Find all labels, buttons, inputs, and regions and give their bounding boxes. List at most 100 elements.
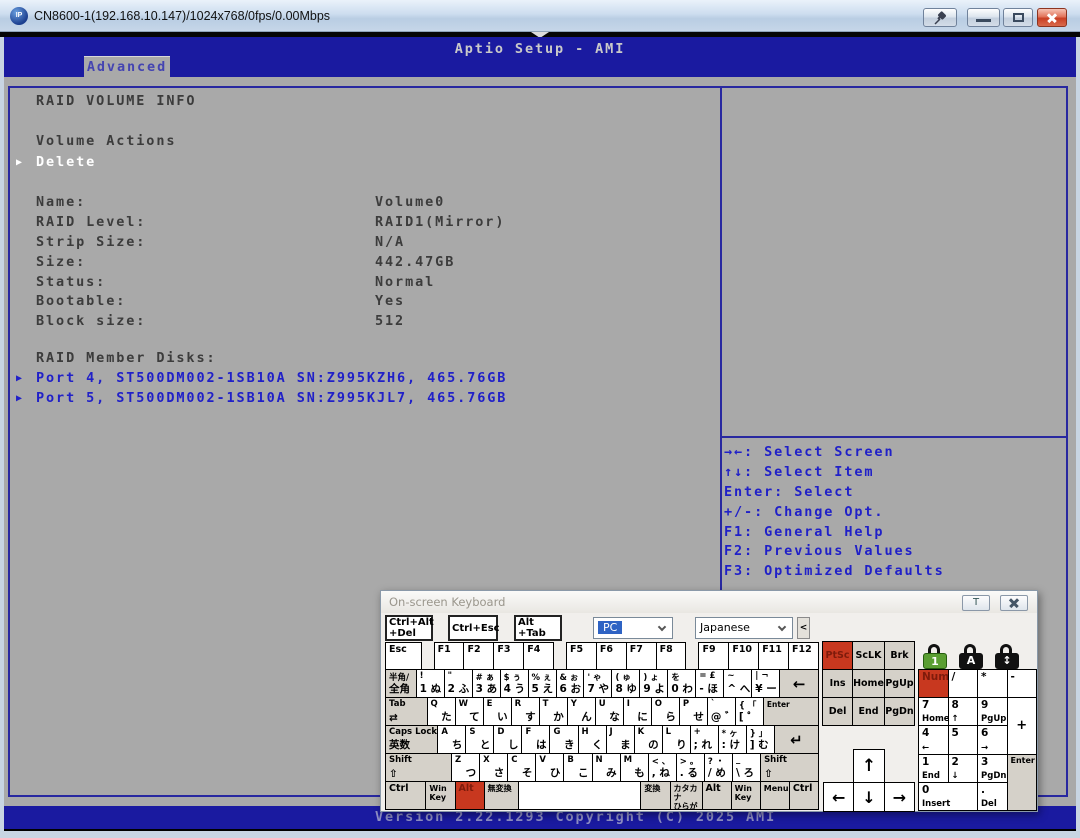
key-I[interactable]: Iに [623,697,652,726]
key-E[interactable]: Eい [483,697,512,726]
key-+[interactable]: + [1007,697,1038,754]
key-~[interactable]: ~^ へ [723,669,752,698]
key-W[interactable]: Wて [455,697,484,726]
key-F11[interactable]: F11 [758,642,789,670]
key-V[interactable]: Vひ [535,753,564,782]
key-}-」[interactable]: } 」] む [746,725,775,754]
key-Ins[interactable]: Ins [822,669,853,698]
key-M[interactable]: Mも [620,753,649,782]
key-1[interactable]: 1End [918,754,949,783]
maximize-button[interactable] [1003,8,1033,27]
key-'-ゃ[interactable]: ' ゃ7 や [583,669,612,698]
key-F12[interactable]: F12 [788,642,819,670]
key-?-・[interactable]: ? ・/ め [704,753,733,782]
key-Tab[interactable]: Tab⇄ [385,697,428,726]
key-F10[interactable]: F10 [728,642,759,670]
close-button[interactable] [1037,8,1067,27]
key-J[interactable]: Jま [606,725,635,754]
key-F9[interactable]: F9 [698,642,729,670]
key-D[interactable]: Dし [493,725,522,754]
key-*-ヶ[interactable]: * ヶ: け [718,725,747,754]
key-R[interactable]: Rす [511,697,540,726]
minimize-button[interactable] [967,8,1000,27]
key-Q[interactable]: Qた [427,697,456,726]
key-X[interactable]: Xさ [479,753,508,782]
key-+[interactable]: +; れ [690,725,719,754]
key-U[interactable]: Uな [595,697,624,726]
key-カタカナ-ひらがな[interactable]: カタカナ ひらがな [670,781,703,810]
key-K[interactable]: Kの [634,725,663,754]
key-Del[interactable]: Del [822,697,853,726]
key-Brk[interactable]: Brk [884,641,915,670]
key-L[interactable]: Lり [662,725,691,754]
member-disk-item[interactable]: ▶Port 5, ST500DM002-1SB10A SN:Z995KJL7, … [16,389,507,409]
key->-。[interactable]: > 。. る [676,753,705,782]
key-#-ぁ[interactable]: # ぁ3 あ [472,669,501,698]
key-<-、[interactable]: < 、, ね [648,753,677,782]
key-P[interactable]: Pせ [679,697,708,726]
key-$-ぅ[interactable]: $ ぅ4 う [500,669,529,698]
key-`[interactable]: `@ ゛ [707,697,736,726]
key-F7[interactable]: F7 [626,642,657,670]
osk-topmost-button[interactable]: T [962,595,990,611]
key-Shift[interactable]: Shift⇧ [385,753,452,782]
key-%-ぇ[interactable]: % ぇ5 え [528,669,557,698]
key-半角/[interactable]: 半角/全角 [385,669,417,698]
key-G[interactable]: Gき [549,725,578,754]
pin-button[interactable] [923,8,957,27]
key-)-ょ[interactable]: ) ょ9 よ [639,669,668,698]
key-F5[interactable]: F5 [566,642,597,670]
key-=-£[interactable]: = £- ほ [695,669,724,698]
key-Alt[interactable]: Alt [702,781,732,810]
key-6[interactable]: 6→ [977,725,1008,754]
key-Enter[interactable]: Enter [1007,754,1038,811]
key-0[interactable]: 0Insert [918,782,978,811]
key-5[interactable]: 5 [948,725,979,754]
key-_[interactable]: _\ ろ [732,753,761,782]
member-disk-item[interactable]: ▶Port 4, ST500DM002-1SB10A SN:Z995KZH6, … [16,369,507,389]
key-9[interactable]: 9PgUp [977,697,1008,726]
macro-button-1[interactable]: Ctrl+Esc [448,615,498,641]
key--[interactable]: - [1007,669,1038,698]
key-変換[interactable]: 変換 [640,781,670,810]
key-7[interactable]: 7Home [918,697,949,726]
key-arrow-down[interactable]: ↓ [853,782,884,812]
key-Esc[interactable]: Esc [385,642,422,670]
key-"[interactable]: "2 ふ [444,669,473,698]
window-titlebar[interactable]: IP CN8600-1(192.168.10.147)/1024x768/0fp… [0,0,1080,32]
key-T[interactable]: Tか [539,697,568,726]
delete-item[interactable]: ▶ Delete [16,153,96,173]
layout-select[interactable]: PC [593,617,673,639]
language-select[interactable]: Japanese [695,617,793,639]
key-H[interactable]: Hく [578,725,607,754]
key-A[interactable]: Aち [437,725,466,754]
key-F6[interactable]: F6 [596,642,627,670]
key-C[interactable]: Cそ [507,753,536,782]
key-arrow-left[interactable]: ← [823,782,854,812]
key-を[interactable]: を0 わ [667,669,696,698]
key-Shift[interactable]: Shift⇧ [760,753,819,782]
key-PgUp[interactable]: PgUp [884,669,915,698]
key-.[interactable]: .Del [977,782,1008,811]
key-無変換[interactable]: 無変換 [484,781,520,810]
key-&-ぉ[interactable]: & ぉ6 お [556,669,585,698]
key-*[interactable]: * [977,669,1008,698]
key-Z[interactable]: Zつ [451,753,480,782]
key-Win-Key[interactable]: Win Key [425,781,455,810]
key-|-¬[interactable]: | ¬¥ ー [751,669,780,698]
key-arrow-up[interactable]: ↑ [853,749,885,783]
key-Caps-Lock[interactable]: Caps Lock英数 [385,725,438,754]
key-Win-Key[interactable]: Win Key [731,781,761,810]
key-/[interactable]: / [948,669,979,698]
key-Num[interactable]: Num [918,669,949,698]
key-Y[interactable]: Yん [567,697,596,726]
osk-close-button[interactable] [1000,595,1028,611]
key-space[interactable] [518,781,641,810]
key-Alt[interactable]: Alt [455,781,485,810]
key-N[interactable]: Nみ [592,753,621,782]
key-F1[interactable]: F1 [434,642,465,670]
collapse-button[interactable]: < [797,617,810,639]
key-↵[interactable]: ↵ [774,725,819,754]
key-8[interactable]: 8↑ [948,697,979,726]
key-(-ゅ[interactable]: ( ゅ8 ゆ [611,669,640,698]
